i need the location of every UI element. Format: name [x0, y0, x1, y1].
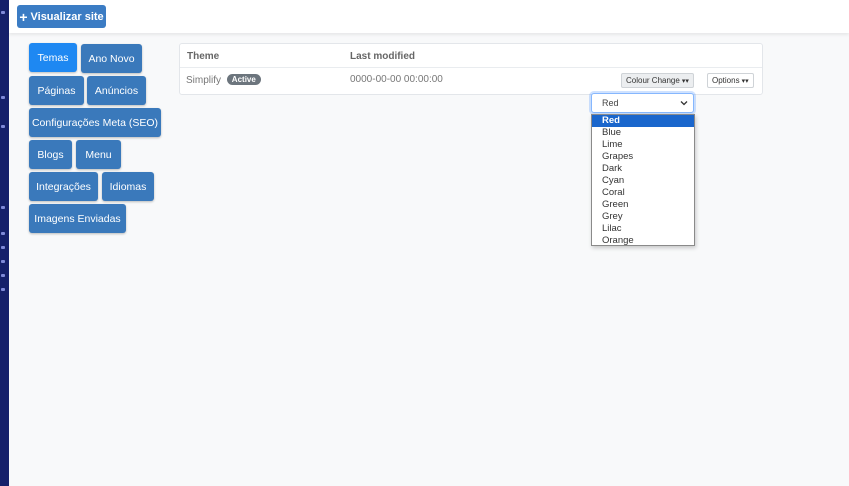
last-modified-column-header: Last modified: [350, 51, 416, 62]
colour-select-value: Red: [602, 98, 619, 108]
caret-down-icon: ▾▾: [681, 77, 689, 85]
colour-option-orange[interactable]: Orange: [592, 235, 694, 247]
options-label: Options: [712, 76, 740, 85]
theme-column-header: Theme: [187, 51, 220, 62]
sidebar-icon[interactable]: [1, 11, 5, 14]
visit-site-label: Visualizar site: [30, 10, 104, 23]
colour-dropdown-list: Red Blue Lime Grapes Dark Cyan Coral Gre…: [591, 114, 695, 246]
row-divider: [180, 67, 762, 68]
chevron-down-icon: [680, 101, 688, 106]
colour-option-blue[interactable]: Blue: [592, 127, 694, 139]
visit-site-button[interactable]: + Visualizar site: [17, 5, 106, 28]
colour-option-lime[interactable]: Lime: [592, 139, 694, 151]
sidebar-icon[interactable]: [1, 246, 5, 249]
top-bar: [9, 0, 849, 33]
colour-option-coral[interactable]: Coral: [592, 187, 694, 199]
sidebar-icon[interactable]: [1, 96, 5, 99]
colour-select[interactable]: Red: [591, 93, 694, 113]
colour-option-dark[interactable]: Dark: [592, 163, 694, 175]
colour-change-button[interactable]: Colour Change ▾▾: [621, 73, 694, 88]
options-button[interactable]: Options ▾▾: [707, 73, 754, 88]
nav-button-imagens-enviadas[interactable]: Imagens Enviadas: [29, 204, 126, 233]
nav-button-menu[interactable]: Menu: [76, 140, 121, 169]
theme-name-cell: Simplify Active: [186, 74, 261, 86]
sidebar-icon[interactable]: [1, 288, 5, 291]
colour-option-grey[interactable]: Grey: [592, 211, 694, 223]
nav-button-anuncios[interactable]: Anúncios: [87, 76, 146, 105]
nav-button-temas[interactable]: Temas: [29, 43, 77, 72]
caret-down-icon: ▾▾: [741, 77, 749, 85]
colour-option-green[interactable]: Green: [592, 199, 694, 211]
nav-button-idiomas[interactable]: Idiomas: [102, 172, 154, 201]
sidebar-icon[interactable]: [1, 260, 5, 263]
nav-button-ano-novo[interactable]: Ano Novo: [81, 44, 142, 73]
sidebar-icon[interactable]: [1, 274, 5, 277]
theme-name: Simplify: [186, 75, 222, 86]
themes-table: Theme Last modified Simplify Active 0000…: [179, 43, 763, 95]
plus-icon: +: [19, 8, 28, 25]
nav-button-integracoes[interactable]: Integrações: [29, 172, 98, 201]
sidebar-icon[interactable]: [1, 232, 5, 235]
status-badge: Active: [226, 74, 261, 85]
last-modified-value: 0000-00-00 00:00:00: [350, 74, 443, 85]
colour-option-grapes[interactable]: Grapes: [592, 151, 694, 163]
sidebar-icon[interactable]: [1, 125, 5, 128]
nav-button-paginas[interactable]: Páginas: [29, 76, 84, 105]
colour-change-label: Colour Change: [626, 76, 680, 85]
colour-option-lilac[interactable]: Lilac: [592, 223, 694, 235]
colour-option-red[interactable]: Red: [592, 115, 694, 127]
nav-button-meta-seo[interactable]: Configurações Meta (SEO): [29, 108, 161, 137]
sidebar-icon[interactable]: [1, 206, 5, 209]
nav-button-blogs[interactable]: Blogs: [29, 140, 72, 169]
left-sidebar-strip: [0, 0, 9, 486]
colour-option-cyan[interactable]: Cyan: [592, 175, 694, 187]
